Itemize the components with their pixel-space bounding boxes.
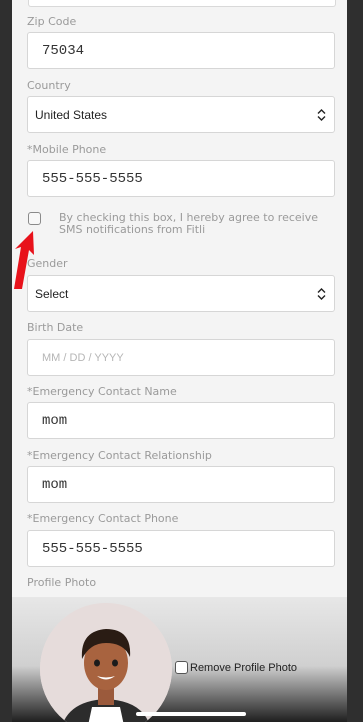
up-down-chevron-icon xyxy=(317,108,326,121)
mobile-phone-value: 555-555-5555 xyxy=(42,170,143,187)
previous-field-input[interactable] xyxy=(28,0,336,7)
emergency-relationship-input[interactable]: mom xyxy=(27,466,335,503)
emergency-phone-input[interactable]: 555-555-5555 xyxy=(27,530,335,567)
emergency-relationship-label: *Emergency Contact Relationship xyxy=(27,449,212,462)
mobile-phone-label: *Mobile Phone xyxy=(27,143,107,156)
country-label: Country xyxy=(27,79,71,92)
home-indicator xyxy=(136,712,246,716)
up-down-chevron-icon xyxy=(317,287,326,300)
red-arrow-icon xyxy=(14,231,34,289)
form-sheet: Zip Code 75034 Country United States *Mo… xyxy=(12,0,347,722)
birth-date-label: Birth Date xyxy=(27,321,84,334)
sms-consent-text: By checking this box, I hereby agree to … xyxy=(59,211,318,236)
emergency-name-label: *Emergency Contact Name xyxy=(27,385,177,398)
emergency-phone-value: 555-555-5555 xyxy=(42,540,143,557)
gender-select[interactable]: Select xyxy=(27,275,335,312)
sms-consent-row: By checking this box, I hereby agree to … xyxy=(27,210,342,240)
country-value: United States xyxy=(35,107,108,122)
zip-code-label: Zip Code xyxy=(27,15,77,28)
birth-date-placeholder: MM / DD / YYYY xyxy=(42,351,124,364)
sms-consent-checkbox[interactable] xyxy=(28,212,41,225)
birth-date-input[interactable]: MM / DD / YYYY xyxy=(27,339,335,376)
remove-profile-photo-option[interactable]: Remove Profile Photo xyxy=(175,661,297,674)
emergency-name-input[interactable]: mom xyxy=(27,402,335,439)
emergency-name-value: mom xyxy=(42,412,68,429)
remove-profile-photo-label: Remove Profile Photo xyxy=(190,661,297,674)
zip-code-input[interactable]: 75034 xyxy=(27,32,335,69)
remove-profile-photo-checkbox[interactable] xyxy=(175,661,188,674)
emergency-relationship-value: mom xyxy=(42,476,68,493)
country-select[interactable]: United States xyxy=(27,96,335,133)
mobile-phone-input[interactable]: 555-555-5555 xyxy=(27,160,335,197)
profile-photo-label: Profile Photo xyxy=(27,576,97,589)
zip-code-value: 75034 xyxy=(42,42,85,59)
emergency-phone-label: *Emergency Contact Phone xyxy=(27,512,179,525)
